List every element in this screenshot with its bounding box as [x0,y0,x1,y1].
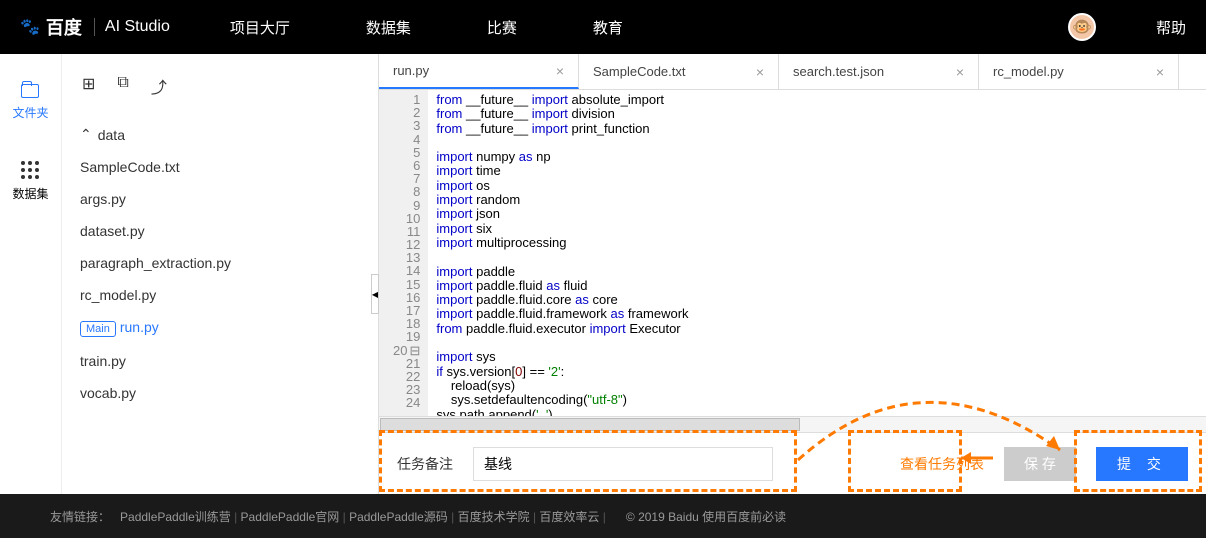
help-link[interactable]: 帮助 [1156,17,1186,38]
folder-icon [21,84,39,98]
submit-button[interactable]: 提 交 [1096,447,1188,481]
rail-files[interactable]: 文件夹 [12,84,48,121]
scrollbar-thumb[interactable] [380,418,800,431]
grid-icon [21,161,39,179]
top-header: 🐾 百度 AI Studio 项目大厅 数据集 比赛 教育 🐵 帮助 [0,0,1206,54]
view-tasks-link[interactable]: 查看任务列表 [900,454,984,474]
studio-logo-text: AI Studio [94,18,170,36]
copyright: © 2019 Baidu 使用百度前必读 [626,508,786,525]
new-file-icon[interactable]: ⊞ [82,74,95,98]
user-avatar[interactable]: 🐵 [1068,13,1096,41]
upload-icon[interactable]: ⤴ [151,74,167,98]
footer-link[interactable]: 百度效率云 [539,510,599,524]
file-name: rc_model.py [80,287,156,303]
editor-area: ◀ run.py×SampleCode.txt×search.test.json… [378,54,1206,494]
tree-file[interactable]: SampleCode.txt [76,151,364,183]
file-name: dataset.py [80,223,145,239]
tree-file[interactable]: args.py [76,183,364,215]
file-toolbar: ⊞ ⧉ ⤴ [76,74,364,98]
editor-tabs: run.py×SampleCode.txt×search.test.json×r… [379,54,1206,90]
left-rail: 文件夹 数据集 [0,54,62,494]
tree-file[interactable]: dataset.py [76,215,364,247]
chevron-icon: ⌃ [80,126,92,143]
footer-link[interactable]: PaddlePaddle源码 [349,510,448,524]
file-name: SampleCode.txt [80,159,180,175]
note-input[interactable] [473,447,773,481]
nav-education[interactable]: 教育 [593,17,623,38]
main-badge: Main [80,321,116,337]
tree-file[interactable]: paragraph_extraction.py [76,247,364,279]
file-name: args.py [80,191,126,207]
close-icon[interactable]: × [556,63,564,79]
main-area: 文件夹 数据集 ⊞ ⧉ ⤴ ⌃ data SampleCode.txt args.… [0,54,1206,494]
nav-projects[interactable]: 项目大厅 [230,17,290,38]
editor-tab[interactable]: rc_model.py × [979,54,1179,89]
save-button[interactable]: 保 存 [1004,447,1076,481]
tree-file[interactable]: vocab.py [76,377,364,409]
tree-folder-data[interactable]: ⌃ data [76,118,364,151]
tree-file[interactable]: rc_model.py [76,279,364,311]
file-name: paragraph_extraction.py [80,255,231,271]
note-label: 任务备注 [397,454,453,474]
nav-datasets[interactable]: 数据集 [366,17,411,38]
logo-area: 🐾 百度 AI Studio [20,14,170,40]
main-nav: 项目大厅 数据集 比赛 教育 [230,17,1068,38]
footer-link[interactable]: PaddlePaddle训练营 [120,510,231,524]
folder-label: data [98,127,125,143]
tree-file[interactable]: Mainrun.py [76,311,364,345]
file-name: run.py [120,319,159,335]
code-area[interactable]: 1234567891011121314151617181920⊟21222324… [379,90,1206,416]
close-icon[interactable]: × [956,64,964,80]
tab-label: search.test.json [793,64,884,79]
collapse-handle[interactable]: ◀ [371,274,379,314]
code-content[interactable]: from __future__ import absolute_importfr… [428,90,696,416]
task-footer: 任务备注 查看任务列表 保 存 提 交 [379,432,1206,494]
line-gutter: 1234567891011121314151617181920⊟21222324 [379,90,428,416]
links-prefix: 友情链接： [50,508,110,525]
rail-datasets-label: 数据集 [12,185,48,202]
footer-link[interactable]: 百度技术学院 [458,510,530,524]
rail-files-label: 文件夹 [12,104,48,121]
tab-label: run.py [393,63,429,78]
tab-label: rc_model.py [993,64,1064,79]
paw-icon: 🐾 [20,17,40,37]
close-icon[interactable]: × [756,64,764,80]
close-icon[interactable]: × [1156,64,1164,80]
tab-label: SampleCode.txt [593,64,686,79]
file-panel: ⊞ ⧉ ⤴ ⌃ data SampleCode.txt args.py datase… [62,54,378,494]
editor-tab[interactable]: SampleCode.txt × [579,54,779,89]
footer-link[interactable]: PaddlePaddle官网 [241,510,340,524]
file-name: train.py [80,353,126,369]
new-folder-icon[interactable]: ⧉ [117,74,128,98]
baidu-logo-text: 百度 [46,14,82,40]
editor-tab[interactable]: run.py × [379,54,579,89]
file-tree: ⌃ data SampleCode.txt args.py dataset.py pa… [76,118,364,409]
page-footer: 友情链接： PaddlePaddle训练营 | PaddlePaddle官网 |… [0,494,1206,538]
nav-competitions[interactable]: 比赛 [487,17,517,38]
file-name: vocab.py [80,385,136,401]
horizontal-scrollbar[interactable] [379,416,1206,432]
editor-tab[interactable]: search.test.json × [779,54,979,89]
tree-file[interactable]: train.py [76,345,364,377]
rail-datasets[interactable]: 数据集 [12,161,48,202]
